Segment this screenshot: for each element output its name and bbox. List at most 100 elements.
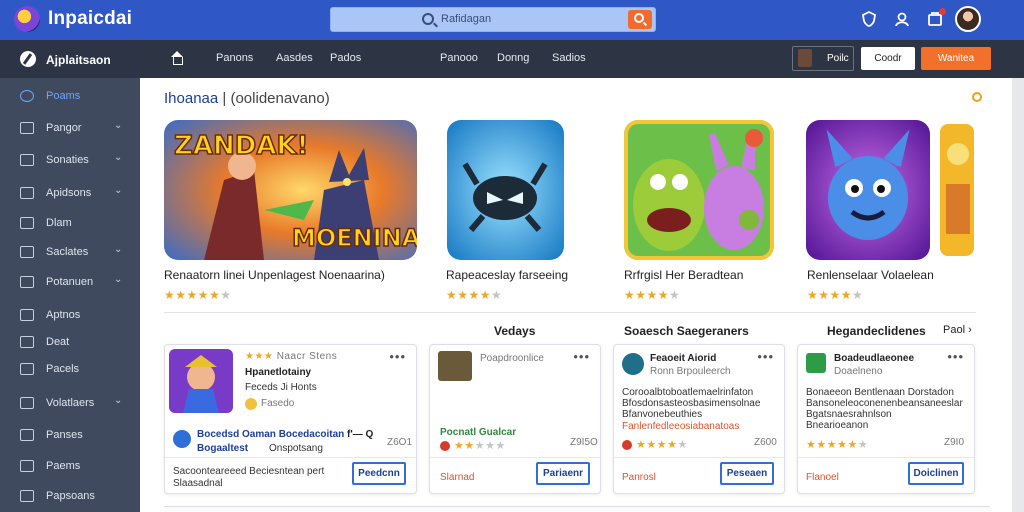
top-bar: Inpaicdai Rafidagan	[0, 0, 1024, 40]
sidebar-header[interactable]: Ajplaitsaon	[0, 40, 140, 78]
search-box[interactable]: Rafidagan	[330, 7, 656, 32]
favorite-icon[interactable]	[972, 92, 982, 102]
search-input[interactable]: Rafidagan	[441, 13, 491, 25]
card-2-separator	[430, 457, 600, 458]
column-heading-3: Hegandeclidenes	[827, 324, 926, 338]
people-icon[interactable]	[894, 11, 910, 27]
card-3-action-button[interactable]: Peseaen	[720, 462, 774, 485]
more-options-icon[interactable]: •••	[389, 349, 406, 364]
rating-stars-4: ★★★★★	[807, 288, 864, 302]
search-icon	[634, 13, 644, 23]
app-card-thumbnail-2	[438, 351, 472, 381]
featured-name-4[interactable]: Renlenselaar Volaelean	[807, 268, 934, 282]
nav-link-6[interactable]: Sadios	[552, 52, 586, 64]
search-button[interactable]	[628, 10, 652, 29]
app-card-4[interactable]: ••• Boadeudlaeonee Doaelneno Bonaeeon Be…	[797, 344, 975, 494]
user-avatar[interactable]	[955, 6, 981, 32]
card-1-count: Z6O1	[387, 437, 413, 448]
sidebar-item-label: Saclates	[46, 246, 89, 258]
sidebar-item-icon	[20, 429, 34, 441]
chevron-down-icon[interactable]: ⌄	[114, 185, 122, 196]
brand-name[interactable]: Inpaicdai	[48, 8, 132, 30]
sidebar-item-8[interactable]: Aptnos	[0, 303, 140, 329]
nav-link-3[interactable]: Pados	[330, 52, 361, 64]
more-options-icon[interactable]: •••	[947, 349, 964, 364]
more-options-icon[interactable]: •••	[757, 349, 774, 364]
card-1-desc-2: Slaasadnal	[173, 478, 223, 489]
sidebar-item-label: Panses	[46, 429, 83, 441]
rating-stars-1: ★★★★★★	[164, 288, 232, 302]
featured-name-2[interactable]: Rapeaceslay farseeing	[446, 268, 568, 282]
chevron-down-icon[interactable]: ⌄	[114, 244, 122, 255]
sidebar-item-13[interactable]: Paems	[0, 454, 140, 480]
card-2-action-button[interactable]: Pariaenr	[536, 462, 590, 485]
sidebar-item-1[interactable]: Poams	[0, 84, 140, 110]
sidebar-item-icon	[20, 276, 34, 288]
sidebar-item-9[interactable]: Deat	[0, 330, 140, 356]
card-4-stars: ★★★★★★	[806, 439, 869, 451]
card-1-separator	[165, 457, 416, 458]
sidebar-item-label: Volatlaers	[46, 397, 95, 409]
app-card-1[interactable]: ••• ★★★ Naacr Stens Hpanetlotainy Feceds…	[164, 344, 417, 494]
more-options-icon[interactable]: •••	[573, 349, 590, 364]
sidebar-item-11[interactable]: Volatlaers ⌄	[0, 391, 140, 417]
sidebar-item-4[interactable]: Apidsons ⌄	[0, 181, 140, 207]
card-4-desc-2: Bansoneleoconenenbeansaneeslar	[806, 398, 963, 409]
nav-link-5[interactable]: Donng	[497, 52, 529, 64]
card-1-action-button[interactable]: Peedcnn	[352, 462, 406, 485]
card-2-stars: ★★★★★	[454, 440, 506, 452]
card-1-stars: ★★★ Naacr Stens	[245, 351, 338, 362]
card-3-subtitle: Ronn Brpouleerch	[650, 366, 731, 377]
sidebar-item-2[interactable]: Pangor ⌄	[0, 116, 140, 142]
sidebar-item-12[interactable]: Panses	[0, 423, 140, 449]
card-4-action-button[interactable]: Doiclinen	[908, 462, 964, 485]
app-logo-icon[interactable]	[14, 6, 40, 32]
card-4-title: Boadeudlaeonee	[834, 353, 915, 364]
sidebar-item-7[interactable]: Potanuen ⌄	[0, 270, 140, 296]
chevron-down-icon[interactable]: ⌄	[114, 274, 122, 285]
status-icon	[622, 440, 632, 450]
featured-name-1[interactable]: Renaatorn linei Unpenlagest Noenaarina)	[164, 268, 385, 282]
scrollbar[interactable]	[1012, 78, 1024, 512]
featured-title-suffix: | (oolidenavano)	[222, 90, 330, 107]
sidebar-item-label: Papsoans	[46, 490, 95, 502]
sidebar-item-6[interactable]: Saclates ⌄	[0, 240, 140, 266]
sidebar-item-5[interactable]: Dlam	[0, 211, 140, 237]
card-1-title: Hpanetlotainy	[245, 367, 312, 378]
nav-link-4[interactable]: Panooo	[440, 52, 478, 64]
notification-icon[interactable]	[927, 8, 946, 27]
shield-icon[interactable]	[861, 10, 877, 27]
see-more-link[interactable]: Paol ›	[943, 324, 972, 336]
featured-thumbnail-1[interactable]: ZANDAK! MOENINA!	[164, 120, 417, 260]
featured-section-title: Ihoanaa | (oolidenavano)	[164, 90, 330, 107]
chevron-down-icon[interactable]: ⌄	[114, 120, 122, 131]
featured-name-3[interactable]: Rrfrgisl Her Beradtean	[624, 268, 743, 282]
card-4-footer: Flanoel	[806, 472, 839, 483]
card-3-highlight: Fanlenfedleeosiabanatoas	[622, 421, 740, 432]
home-icon[interactable]	[170, 51, 184, 65]
user-menu-label: Poilc	[827, 53, 849, 64]
featured-thumbnail-3[interactable]	[624, 120, 774, 260]
card-2-status: Slarnad	[440, 472, 475, 483]
card-1-tagline: Naacr Stens	[276, 351, 338, 362]
sidebar-item-10[interactable]: Pacels	[0, 357, 140, 383]
nav-link-1[interactable]: Panons	[216, 52, 253, 64]
card-3-footer: Panrosl	[622, 472, 656, 483]
sidebar-item-14[interactable]: Papsoans	[0, 484, 140, 510]
featured-thumbnail-4[interactable]	[806, 120, 930, 260]
featured-thumbnail-2[interactable]	[447, 120, 564, 260]
app-card-3[interactable]: ••• Feaoeit Aiorid Ronn Brpouleerch Coro…	[613, 344, 785, 494]
sidebar-item-icon	[20, 363, 34, 375]
nav-link-2[interactable]: Aasdes	[276, 52, 313, 64]
secondary-button[interactable]: Coodr	[861, 47, 915, 70]
chevron-down-icon[interactable]: ⌄	[114, 395, 122, 406]
card-1-footer-2: Bogaaltest	[197, 443, 249, 454]
sidebar-item-icon	[20, 122, 34, 134]
status-icon	[440, 441, 450, 451]
app-card-2[interactable]: ••• Poapdroonlice Pocnatl Gualcar ★★★★★ …	[429, 344, 601, 494]
nav-avatar	[798, 49, 812, 67]
sidebar-item-3[interactable]: Sonaties ⌄	[0, 148, 140, 174]
primary-button[interactable]: Wanitea	[921, 47, 991, 70]
featured-thumbnail-5[interactable]	[940, 124, 974, 256]
chevron-down-icon[interactable]: ⌄	[114, 152, 122, 163]
